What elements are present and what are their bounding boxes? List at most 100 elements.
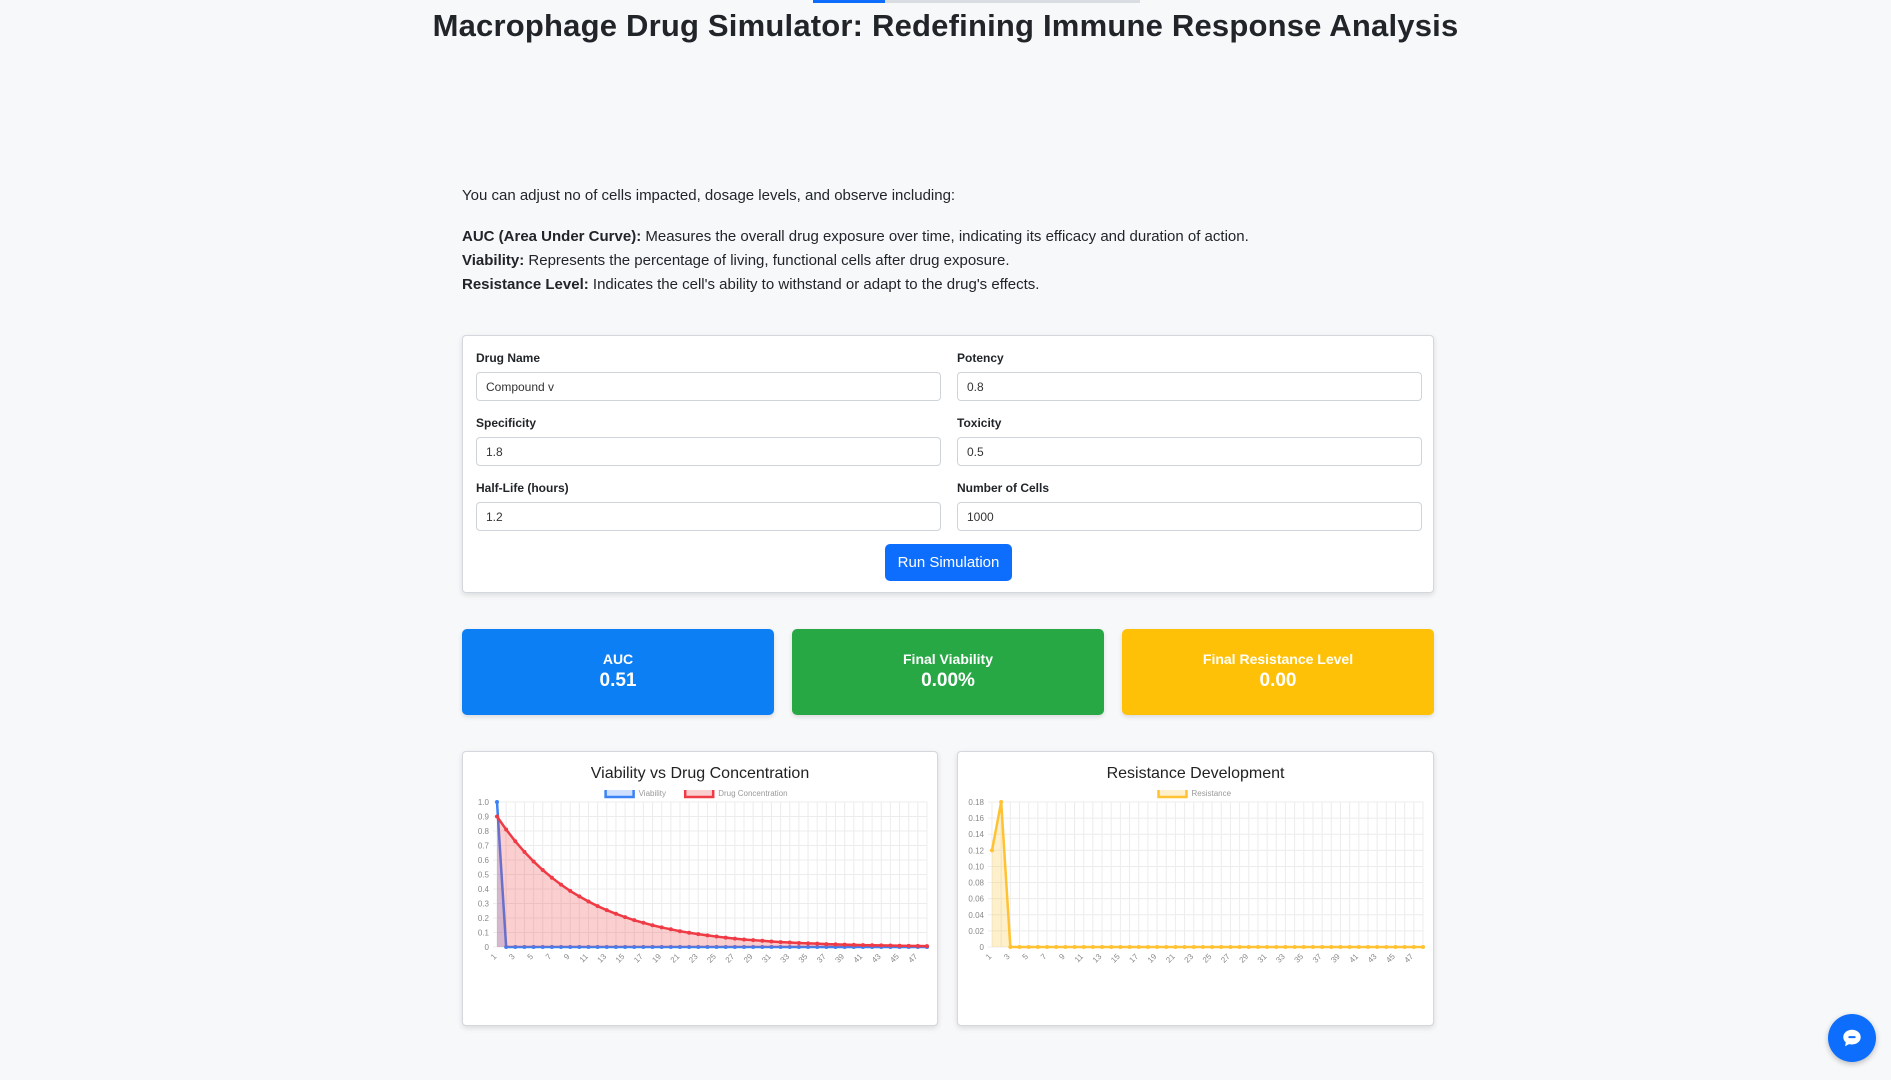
resistance-point (1100, 945, 1105, 949)
definition-text: Represents the percentage of living, fun… (524, 252, 1010, 269)
y-tick-label: 0.4 (478, 885, 490, 894)
resistance-point (1109, 945, 1114, 949)
auc-card: AUC 0.51 (462, 629, 774, 715)
auc-label: AUC (602, 651, 634, 667)
definition-viability: Viability: Represents the percentage of … (462, 249, 1434, 273)
y-tick-label: 0.7 (478, 842, 490, 851)
number-of-cells-label: Number of Cells (957, 481, 1050, 495)
y-tick-label: 1.0 (478, 798, 490, 807)
page-title: Macrophage Drug Simulator: Redefining Im… (432, 8, 1459, 43)
legend-swatch (604, 790, 635, 799)
half-life-input[interactable]: 1.2 (476, 502, 941, 531)
drug-concentration-point (677, 929, 682, 934)
resistance-point (1164, 945, 1169, 949)
resistance-point (1054, 945, 1059, 949)
y-tick-label: 0.9 (478, 813, 490, 822)
x-tick-label: 29 (742, 952, 755, 965)
definition-auc: AUC (Area Under Curve): Measures the ove… (462, 225, 1434, 249)
chart-title: Resistance Development (1106, 765, 1285, 782)
drug-concentration-point (815, 941, 820, 946)
resistance-point (1173, 945, 1178, 949)
resistance-point (1219, 945, 1224, 949)
x-tick-label: 45 (888, 952, 901, 965)
x-tick-label: 11 (578, 952, 591, 965)
toxicity-input[interactable]: 0.5 (957, 437, 1422, 466)
resistance-chart: Resistance 0 0.02 0.04 0.06 0.08 0.10 0.12 0.14 0… (968, 790, 1425, 965)
x-tick-label: 17 (632, 952, 645, 965)
resistance-point (1375, 945, 1380, 949)
drug-concentration-point (540, 868, 545, 873)
resistance-point (1008, 945, 1013, 949)
potency-label: Potency (957, 351, 1004, 365)
x-tick-label: 39 (1329, 952, 1342, 965)
toxicity-field: Toxicity 0.5 (957, 416, 1422, 466)
legend-label: Resistance (1192, 790, 1232, 798)
run-simulation-button[interactable]: Run Simulation (885, 544, 1012, 581)
drug-concentration-point (778, 940, 783, 945)
x-tick-label: 23 (1182, 952, 1195, 965)
drug-concentration-point (595, 904, 600, 909)
x-tick-label: 35 (1293, 952, 1306, 965)
half-life-label: Half-Life (hours) (476, 481, 569, 495)
definition-term: Viability: (462, 252, 525, 269)
drug-concentration-point (687, 930, 692, 935)
x-tick-label: 17 (1127, 952, 1140, 965)
resistance-point (1081, 945, 1086, 949)
drug-concentration-point (632, 918, 637, 923)
final-resistance-card: Final Resistance Level 0.00 (1122, 629, 1434, 715)
resistance-point (1017, 945, 1022, 949)
definition-term: AUC (Area Under Curve): (462, 228, 642, 245)
resistance-point (1356, 945, 1361, 949)
drug-concentration-point (824, 942, 829, 947)
drug-concentration-point (806, 941, 811, 946)
definition-text: Measures the overall drug exposure over … (641, 228, 1249, 245)
resistance-point (1384, 945, 1389, 949)
auc-value: 0.51 (599, 670, 637, 691)
resistance-point (1200, 945, 1205, 949)
drug-concentration-point (522, 849, 527, 854)
resistance-point (1035, 945, 1040, 949)
x-tick-label: 15 (614, 952, 627, 965)
chart-title: Viability vs Drug Concentration (590, 765, 810, 782)
page-progress-fill (813, 0, 885, 3)
x-tick-label: 7 (1039, 952, 1049, 962)
x-tick-label: 43 (1366, 952, 1379, 965)
resistance-point (1338, 945, 1343, 949)
drug-concentration-point (604, 908, 609, 913)
x-tick-label: 21 (1164, 952, 1177, 965)
resistance-point (1421, 945, 1425, 949)
drug-concentration-point (833, 942, 838, 947)
drug-name-input[interactable]: Compound v (476, 372, 941, 401)
x-tick-label: 19 (650, 952, 663, 965)
drug-concentration-point (742, 937, 747, 942)
resistance-point (1072, 945, 1077, 949)
resistance-point (990, 848, 994, 853)
drug-concentration-point (714, 934, 719, 939)
x-tick-label: 25 (705, 952, 718, 965)
drug-concentration-point (870, 943, 875, 948)
number-of-cells-input[interactable]: 1000 (957, 502, 1422, 531)
specificity-input[interactable]: 1.8 (476, 437, 941, 466)
resistance-point (1301, 945, 1306, 949)
x-tick-label: 7 (544, 952, 554, 962)
x-tick-label: 31 (760, 952, 773, 965)
drug-concentration-point (613, 911, 618, 916)
chat-button[interactable] (1828, 1014, 1876, 1062)
x-tick-label: 13 (596, 952, 609, 965)
viability-point (495, 800, 499, 804)
definition-term: Resistance Level: (462, 276, 589, 293)
y-tick-label: 0.06 (968, 895, 984, 904)
drug-concentration-point (851, 942, 856, 947)
definition-resistance: Resistance Level: Indicates the cell's a… (462, 273, 1434, 297)
drug-concentration-point (915, 943, 920, 948)
page-progress-bar (813, 0, 1140, 3)
resistance-point (1026, 945, 1031, 949)
x-tick-label: 37 (815, 952, 828, 965)
drug-name-label: Drug Name (476, 351, 541, 365)
resistance-point (1393, 945, 1398, 949)
drug-concentration-point (641, 920, 646, 925)
potency-input[interactable]: 0.8 (957, 372, 1422, 401)
x-tick-label: 9 (562, 952, 572, 962)
definition-list: AUC (Area Under Curve): Measures the ove… (462, 225, 1434, 297)
x-tick-label: 35 (797, 952, 810, 965)
